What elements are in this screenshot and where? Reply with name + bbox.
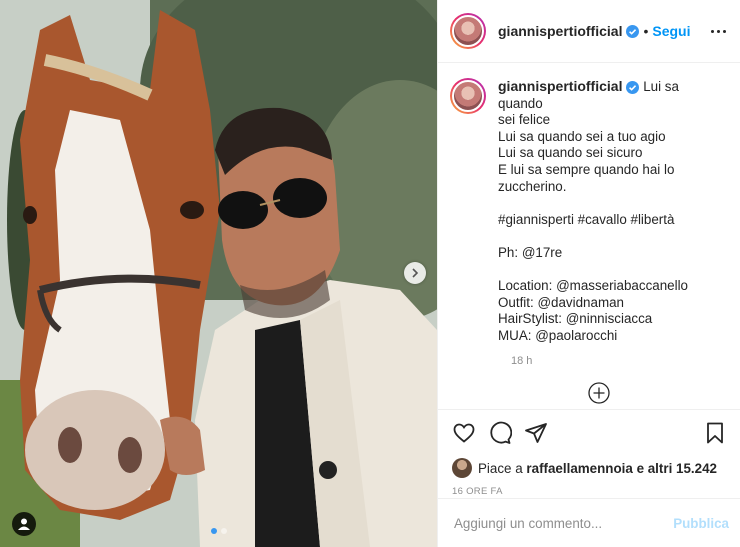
comments-section: giannispertiofficial Lui sa quando sei f… [438, 64, 740, 409]
author-username[interactable]: giannispertiofficial [498, 23, 622, 39]
caption-location[interactable]: Location: @masseriabaccanello [498, 278, 727, 295]
add-comment-bar: Pubblica [438, 498, 740, 547]
likes-user[interactable]: raffaellamennoia [526, 461, 632, 476]
caption-hairstylist[interactable]: HairStylist: @ninnisciacca [498, 311, 727, 328]
post-timestamp[interactable]: 16 ORE FA [452, 486, 727, 497]
caption-avatar[interactable] [450, 78, 486, 114]
caption-line: E lui sa sempre quando hai lo [498, 161, 675, 177]
caption-line: sei felice [498, 112, 551, 128]
carousel-next-button[interactable] [404, 262, 426, 284]
likes-prefix: Piace a [478, 460, 523, 476]
verified-badge-icon [626, 24, 640, 38]
liker-avatar[interactable] [452, 458, 472, 478]
more-options-icon[interactable] [711, 29, 726, 33]
chevron-right-icon [412, 268, 419, 278]
caption-photographer[interactable]: Ph: @17re [498, 245, 727, 262]
carousel-dot-active [211, 528, 217, 534]
publish-button[interactable]: Pubblica [673, 516, 729, 531]
post-actions: Piace a raffaellamennoia e altri 15.242 … [438, 409, 740, 497]
caption-line: zuccherino. [498, 178, 567, 194]
photo-scene [0, 0, 437, 547]
bookmark-icon[interactable] [703, 421, 727, 445]
caption-hashtags[interactable]: #giannisperti #cavallo #libertà [498, 212, 727, 229]
carousel-dot [221, 528, 227, 534]
caption-line: Lui sa quando sei sicuro [498, 145, 643, 161]
comment-input[interactable] [454, 515, 674, 531]
comment-icon[interactable] [488, 421, 512, 445]
tagged-users-button[interactable] [12, 512, 36, 536]
likes-count[interactable]: e altri 15.242 [637, 461, 717, 476]
post-header: giannispertiofficial • Segui [438, 0, 740, 63]
caption-outfit[interactable]: Outfit: @davidnaman [498, 295, 727, 312]
caption-mua[interactable]: MUA: @paolarocchi [498, 328, 727, 345]
heart-icon[interactable] [452, 421, 476, 445]
load-more-comments-icon[interactable] [588, 382, 610, 404]
post-side-panel: giannispertiofficial • Segui giannispert… [437, 0, 740, 547]
caption-username[interactable]: giannispertiofficial [498, 78, 622, 94]
caption-time: 18 h [511, 354, 533, 367]
carousel-dots [211, 528, 227, 534]
post-photo[interactable] [0, 0, 437, 547]
caption-text: giannispertiofficial Lui sa quando sei f… [498, 78, 727, 345]
caption-line: Lui sa quando sei a tuo agio [498, 128, 666, 144]
author-avatar[interactable] [450, 13, 486, 49]
user-tag-icon [18, 518, 30, 530]
likes-summary: Piace a raffaellamennoia e altri 15.242 [452, 458, 727, 478]
follow-button[interactable]: Segui [652, 23, 690, 39]
caption-row: giannispertiofficial Lui sa quando sei f… [450, 78, 727, 345]
share-icon[interactable] [524, 421, 548, 445]
verified-badge-icon [626, 80, 640, 94]
action-icons [452, 420, 727, 446]
follow-separator: • [643, 23, 649, 39]
